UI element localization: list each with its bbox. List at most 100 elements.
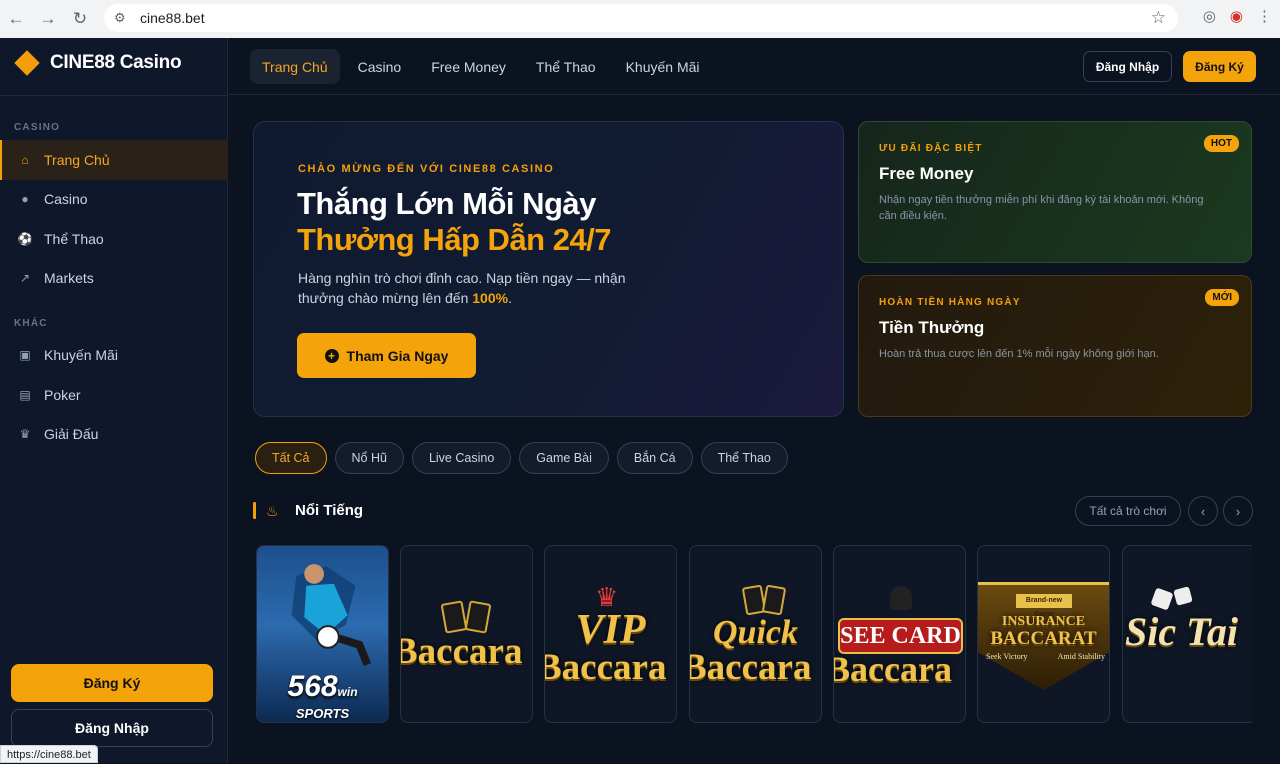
category-filters: Tất Cả Nổ Hũ Live Casino Game Bài Bắn Cá… [255,442,788,474]
sidebar: CINE88 Casino CASINO ⌂ Trang Chủ ● Casin… [0,38,228,763]
forward-icon[interactable]: → [32,3,64,35]
bookmark-star-icon[interactable]: ☆ [1151,8,1166,28]
tab-sports[interactable]: Thể Thao [524,49,608,84]
back-icon[interactable]: ← [0,3,32,35]
profile-icon[interactable]: ◉ [1230,7,1243,25]
nav-tabs: Trang Chủ Casino Free Money Thể Thao Khu… [250,49,712,84]
soccer-ball-icon: ⚽ [17,232,33,246]
tab-free-money[interactable]: Free Money [419,49,518,84]
all-games-button[interactable]: Tất cả trò chơi [1075,496,1181,526]
hero-desc-text: Hàng nghìn trò chơi đỉnh cao. Nạp tiền n… [298,270,626,306]
promo-kicker: ƯU ĐÃI ĐẶC BIỆT [879,143,983,154]
tab-home[interactable]: Trang Chủ [250,49,340,84]
game-logo-subtext: Baccara [689,647,812,688]
sidebar-item-tournaments[interactable]: ♛ Giải Đấu [0,414,228,454]
register-button[interactable]: Đăng Ký [1183,51,1256,82]
filter-all[interactable]: Tất Cả [255,442,327,474]
sidebar-item-label: Thể Thao [44,231,104,247]
new-badge: MỚI [1205,289,1239,306]
hero-desc-highlight: 100% [472,290,509,306]
playing-card-icon [440,600,468,634]
promo-description: Hoàn trả thua cược lên đến 1% mỗi ngày k… [879,348,1159,360]
game-card-insurance-baccarat[interactable]: Brand-new Game INSURANCE BACCARAT Seek V… [977,545,1110,723]
playing-card-icon [761,584,787,616]
game-card-baccarat[interactable]: Baccara [400,545,533,723]
hot-badge: HOT [1203,135,1239,152]
chevron-left-icon: ‹ [1200,503,1206,519]
menu-icon[interactable]: ⋮ [1257,7,1272,25]
brand-logo[interactable]: CINE88 Casino [14,50,182,76]
sidebar-item-home[interactable]: ⌂ Trang Chủ [0,140,228,180]
filter-fishing[interactable]: Bắn Cá [616,442,693,474]
hero-description: Hàng nghìn trò chơi đỉnh cao. Nạp tiền n… [298,268,638,308]
section-title: Nổi Tiếng [295,502,364,519]
sidebar-login-button[interactable]: Đăng Nhập [11,709,213,747]
game-tagline-left: Seek Victory [986,652,1028,661]
join-now-label: Tham Gia Ngay [346,347,449,364]
hero-desc-end: . [508,290,512,306]
game-card-568win-sports[interactable]: 568win SPORTS [256,545,389,723]
reload-icon[interactable]: ↻ [64,3,96,35]
filter-live-casino[interactable]: Live Casino [411,442,512,474]
section-label-other: KHÁC [14,318,48,329]
tab-casino[interactable]: Casino [346,49,414,84]
plus-circle-icon: + [324,348,339,363]
filter-card-games[interactable]: Game Bài [519,442,609,474]
join-now-button[interactable]: + Tham Gia Ngay [297,333,476,378]
hero-kicker: CHÀO MỪNG ĐẾN VỚI CINE88 CASINO [298,163,555,175]
game-logo-subtext: BACCARAT [990,628,1097,649]
poker-chip-icon [890,586,912,610]
game-card-vip-baccarat[interactable]: ♛ VIP Baccara [544,545,677,723]
sidebar-item-sports[interactable]: ⚽ Thể Thao [0,219,228,259]
scroll-left-button[interactable]: ‹ [1188,496,1218,526]
hero-title: Thắng Lớn Mỗi Ngày [297,186,596,221]
sidebar-item-promotions[interactable]: ▣ Khuyến Mãi [0,335,228,375]
hero-subtitle: Thưởng Hấp Dẫn 24/7 [297,222,612,257]
url-text: cine88.bet [140,10,205,26]
filter-slots[interactable]: Nổ Hũ [334,442,404,474]
trophy-icon: ♛ [19,427,31,441]
sidebar-item-casino[interactable]: ● Casino [0,179,228,219]
game-logo-text: 568win [287,670,358,703]
sidebar-item-poker[interactable]: ▤ Poker [0,375,228,415]
dice-icon [1173,586,1193,606]
scroll-right-button[interactable]: › [1223,496,1253,526]
playing-card-icon [464,600,492,634]
section-label-casino: CASINO [14,122,61,133]
sidebar-item-label: Casino [44,191,88,207]
game-logo-subtext: Baccara [833,649,952,689]
game-card-see-card-baccarat[interactable]: SEE CARD Baccara [833,545,966,723]
filter-sports[interactable]: Thể Thao [700,442,788,474]
section-accent-bar [253,502,256,519]
sidebar-item-label: Markets [44,270,94,286]
sidebar-item-label: Poker [44,387,81,403]
game-logo-text: Baccara [400,631,523,672]
new-game-label: Brand-new Game [1016,594,1072,618]
promo-kicker: HOÀN TIỀN HÀNG NGÀY [879,297,1021,308]
trend-icon: ↗ [19,271,31,285]
address-bar[interactable]: ⚙ cine88.bet ☆ [104,4,1178,32]
home-icon: ⌂ [21,153,29,167]
sidebar-item-label: Trang Chủ [44,152,110,168]
extension-icon[interactable]: ◎ [1203,7,1216,25]
game-card-sic-tai[interactable]: Sic Tai [1122,545,1252,723]
game-tagline-right: Amid Stability [1057,652,1105,661]
status-bar-url: https://cine88.bet [0,745,98,763]
top-navigation: Trang Chủ Casino Free Money Thể Thao Khu… [229,38,1280,95]
sidebar-item-label: Giải Đấu [44,426,99,442]
sidebar-item-label: Khuyến Mãi [44,347,118,363]
game-logo-text: Sic Tai [1125,609,1238,654]
divider [0,95,228,96]
promo-title: Free Money [879,164,974,183]
game-logo-subtext: Baccara [544,647,667,688]
promo-card-free-money[interactable]: ƯU ĐÃI ĐẶC BIỆT Free Money Nhận ngay tiề… [858,121,1252,263]
tab-promotions[interactable]: Khuyến Mãi [614,49,712,84]
site-settings-icon[interactable]: ⚙ [114,10,132,26]
login-button[interactable]: Đăng Nhập [1083,51,1172,82]
chip-icon: ● [21,192,29,206]
sidebar-item-markets[interactable]: ↗ Markets [0,258,228,298]
sidebar-register-button[interactable]: Đăng Ký [11,664,213,702]
game-card-quick-baccarat[interactable]: Quick Baccara [689,545,822,723]
promo-card-cashback[interactable]: HOÀN TIỀN HÀNG NGÀY Tiền Thưởng Hoàn trả… [858,275,1252,417]
promo-description: Nhận ngay tiền thưởng miễn phí khi đăng … [879,194,1204,222]
